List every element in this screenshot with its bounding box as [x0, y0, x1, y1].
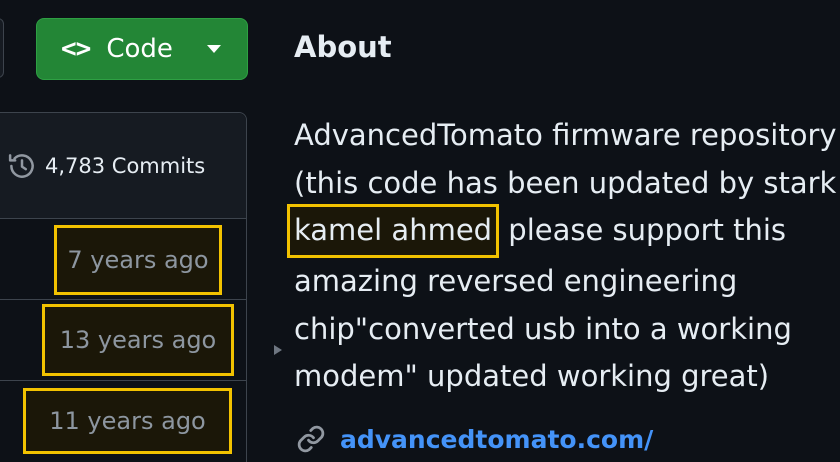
link-icon [296, 424, 326, 454]
highlighted-author-name: kamel ahmed [287, 204, 500, 258]
website-row: advancedtomato.com/ [296, 424, 653, 454]
code-button[interactable]: <> Code [36, 18, 248, 80]
commits-header: 4,783 Commits [0, 113, 246, 219]
commit-age-1[interactable]: 7 years ago [54, 225, 222, 295]
description-line: kamel ahmed please support this [287, 204, 834, 258]
commits-link[interactable]: 4,783 Commits [7, 151, 205, 181]
partial-button[interactable] [0, 18, 4, 78]
history-icon [7, 151, 37, 181]
row-divider [0, 299, 246, 300]
row-divider [0, 380, 246, 381]
description-line: modem" updated working great) [294, 359, 770, 393]
cursor-marker [274, 345, 282, 355]
about-heading: About [294, 30, 392, 64]
chevron-down-icon [206, 45, 221, 53]
website-link[interactable]: advancedtomato.com/ [340, 425, 653, 454]
commit-age-text: 13 years ago [59, 326, 217, 354]
description-line: AdvancedTomato firmware repository [294, 118, 837, 152]
commit-age-2[interactable]: 13 years ago [42, 304, 234, 376]
description-line-rest: please support this [508, 213, 787, 247]
description-line: (this code has been updated by stark [294, 165, 837, 200]
commit-age-text: 7 years ago [67, 246, 209, 274]
description-line: chip"converted usb into a working [294, 311, 792, 346]
code-icon: <> [61, 34, 91, 64]
about-description: AdvancedTomato firmware repository (this… [287, 112, 837, 401]
commit-age-text: 11 years ago [49, 407, 206, 435]
commit-age-3[interactable]: 11 years ago [23, 388, 232, 454]
description-line: amazing reversed engineering [294, 264, 738, 298]
commits-count: 4,783 Commits [45, 154, 206, 178]
code-button-label: Code [106, 34, 173, 64]
